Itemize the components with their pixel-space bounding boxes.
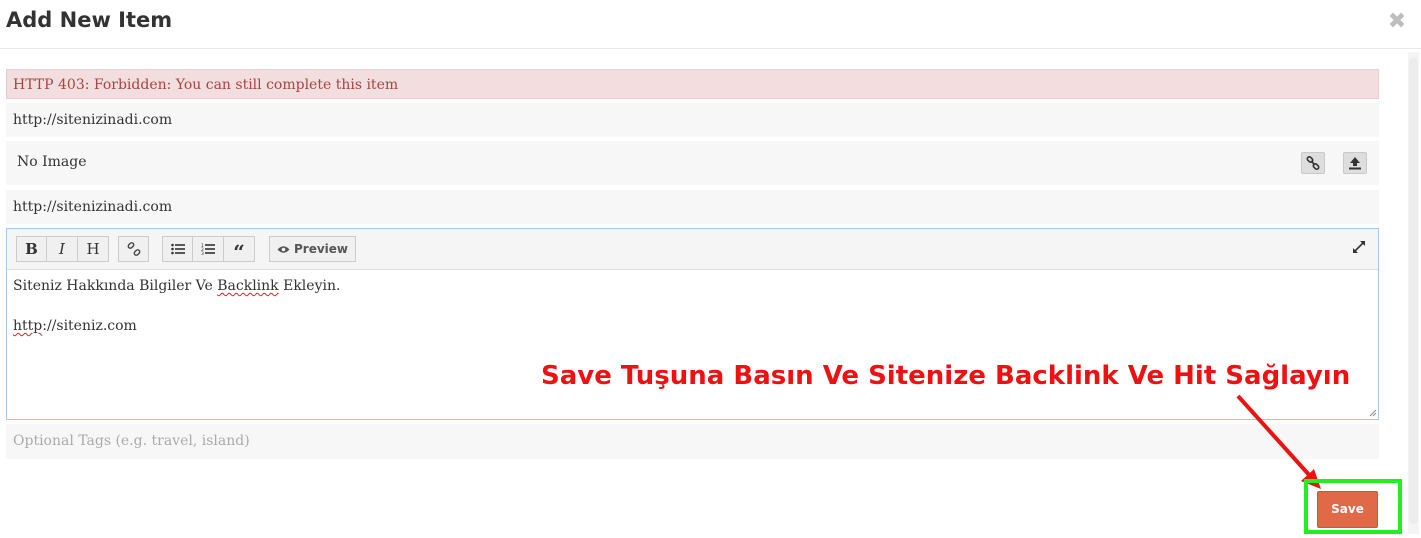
bulleted-list-icon [170, 243, 185, 255]
format-group: B I H [16, 236, 109, 262]
svg-text:3: 3 [201, 251, 204, 255]
image-field: No Image [6, 141, 1379, 185]
preview-button[interactable]: Preview [269, 236, 356, 262]
link-group [118, 236, 149, 262]
no-image-label: No Image [17, 154, 87, 170]
list-group: 1 2 3 “ [162, 236, 255, 262]
quote-button[interactable]: “ [224, 236, 255, 262]
url-input[interactable]: http://sitenizinadi.com [6, 103, 1379, 137]
save-button[interactable]: Save [1317, 491, 1378, 528]
numbered-list-button[interactable]: 1 2 3 [193, 236, 224, 262]
annotation-text: Save Tuşuna Basın Ve Sitenize Backlink V… [541, 361, 1351, 391]
heading-button[interactable]: H [78, 236, 109, 262]
editor-line-1: Siteniz Hakkında Bilgiler Ve Backlink Ek… [13, 276, 1368, 296]
preview-label: Preview [293, 242, 348, 256]
misspelled-word: http [13, 318, 43, 334]
tags-input[interactable]: Optional Tags (e.g. travel, island) [6, 424, 1379, 459]
italic-button[interactable]: I [47, 236, 78, 262]
fullscreen-icon[interactable] [1352, 240, 1366, 254]
editor-textarea[interactable]: Siteniz Hakkında Bilgiler Ve Backlink Ek… [13, 276, 1368, 336]
preview-group: Preview [269, 236, 356, 262]
text-segment: Siteniz Hakkında Bilgiler Ve [13, 278, 218, 294]
url-input-secondary[interactable]: http://sitenizinadi.com [6, 190, 1379, 224]
close-icon[interactable]: ✖ [1386, 10, 1408, 34]
numbered-list-icon: 1 2 3 [201, 243, 215, 255]
upload-icon [1349, 157, 1361, 170]
markdown-editor: B I H 1 2 3 “ Preview Siteniz Hakkında B… [6, 228, 1379, 420]
error-alert: HTTP 403: Forbidden: You can still compl… [6, 69, 1379, 99]
link-icon [127, 242, 140, 256]
image-link-button[interactable] [1301, 152, 1325, 174]
text-segment: Ekleyin. [278, 278, 341, 294]
modal-title: Add New Item [6, 8, 173, 32]
eye-icon [277, 245, 290, 253]
editor-toolbar: B I H 1 2 3 “ Preview [7, 229, 1378, 270]
misspelled-word: Backlink [217, 278, 279, 294]
quote-icon: “ [233, 240, 245, 264]
insert-link-button[interactable] [118, 236, 149, 262]
modal-header: Add New Item ✖ [0, 0, 1421, 49]
image-upload-button[interactable] [1343, 152, 1367, 174]
bold-button[interactable]: B [16, 236, 47, 262]
text-segment: ://siteniz.com [42, 318, 137, 334]
editor-blank-line [13, 296, 1368, 316]
scrollbar-thumb[interactable] [1409, 58, 1418, 524]
editor-line-2: http://siteniz.com [13, 316, 1368, 336]
bulleted-list-button[interactable] [162, 236, 193, 262]
link-icon [1306, 156, 1320, 170]
add-item-modal: Add New Item ✖ HTTP 403: Forbidden: You … [0, 0, 1421, 538]
resize-handle-icon[interactable] [1369, 409, 1377, 417]
